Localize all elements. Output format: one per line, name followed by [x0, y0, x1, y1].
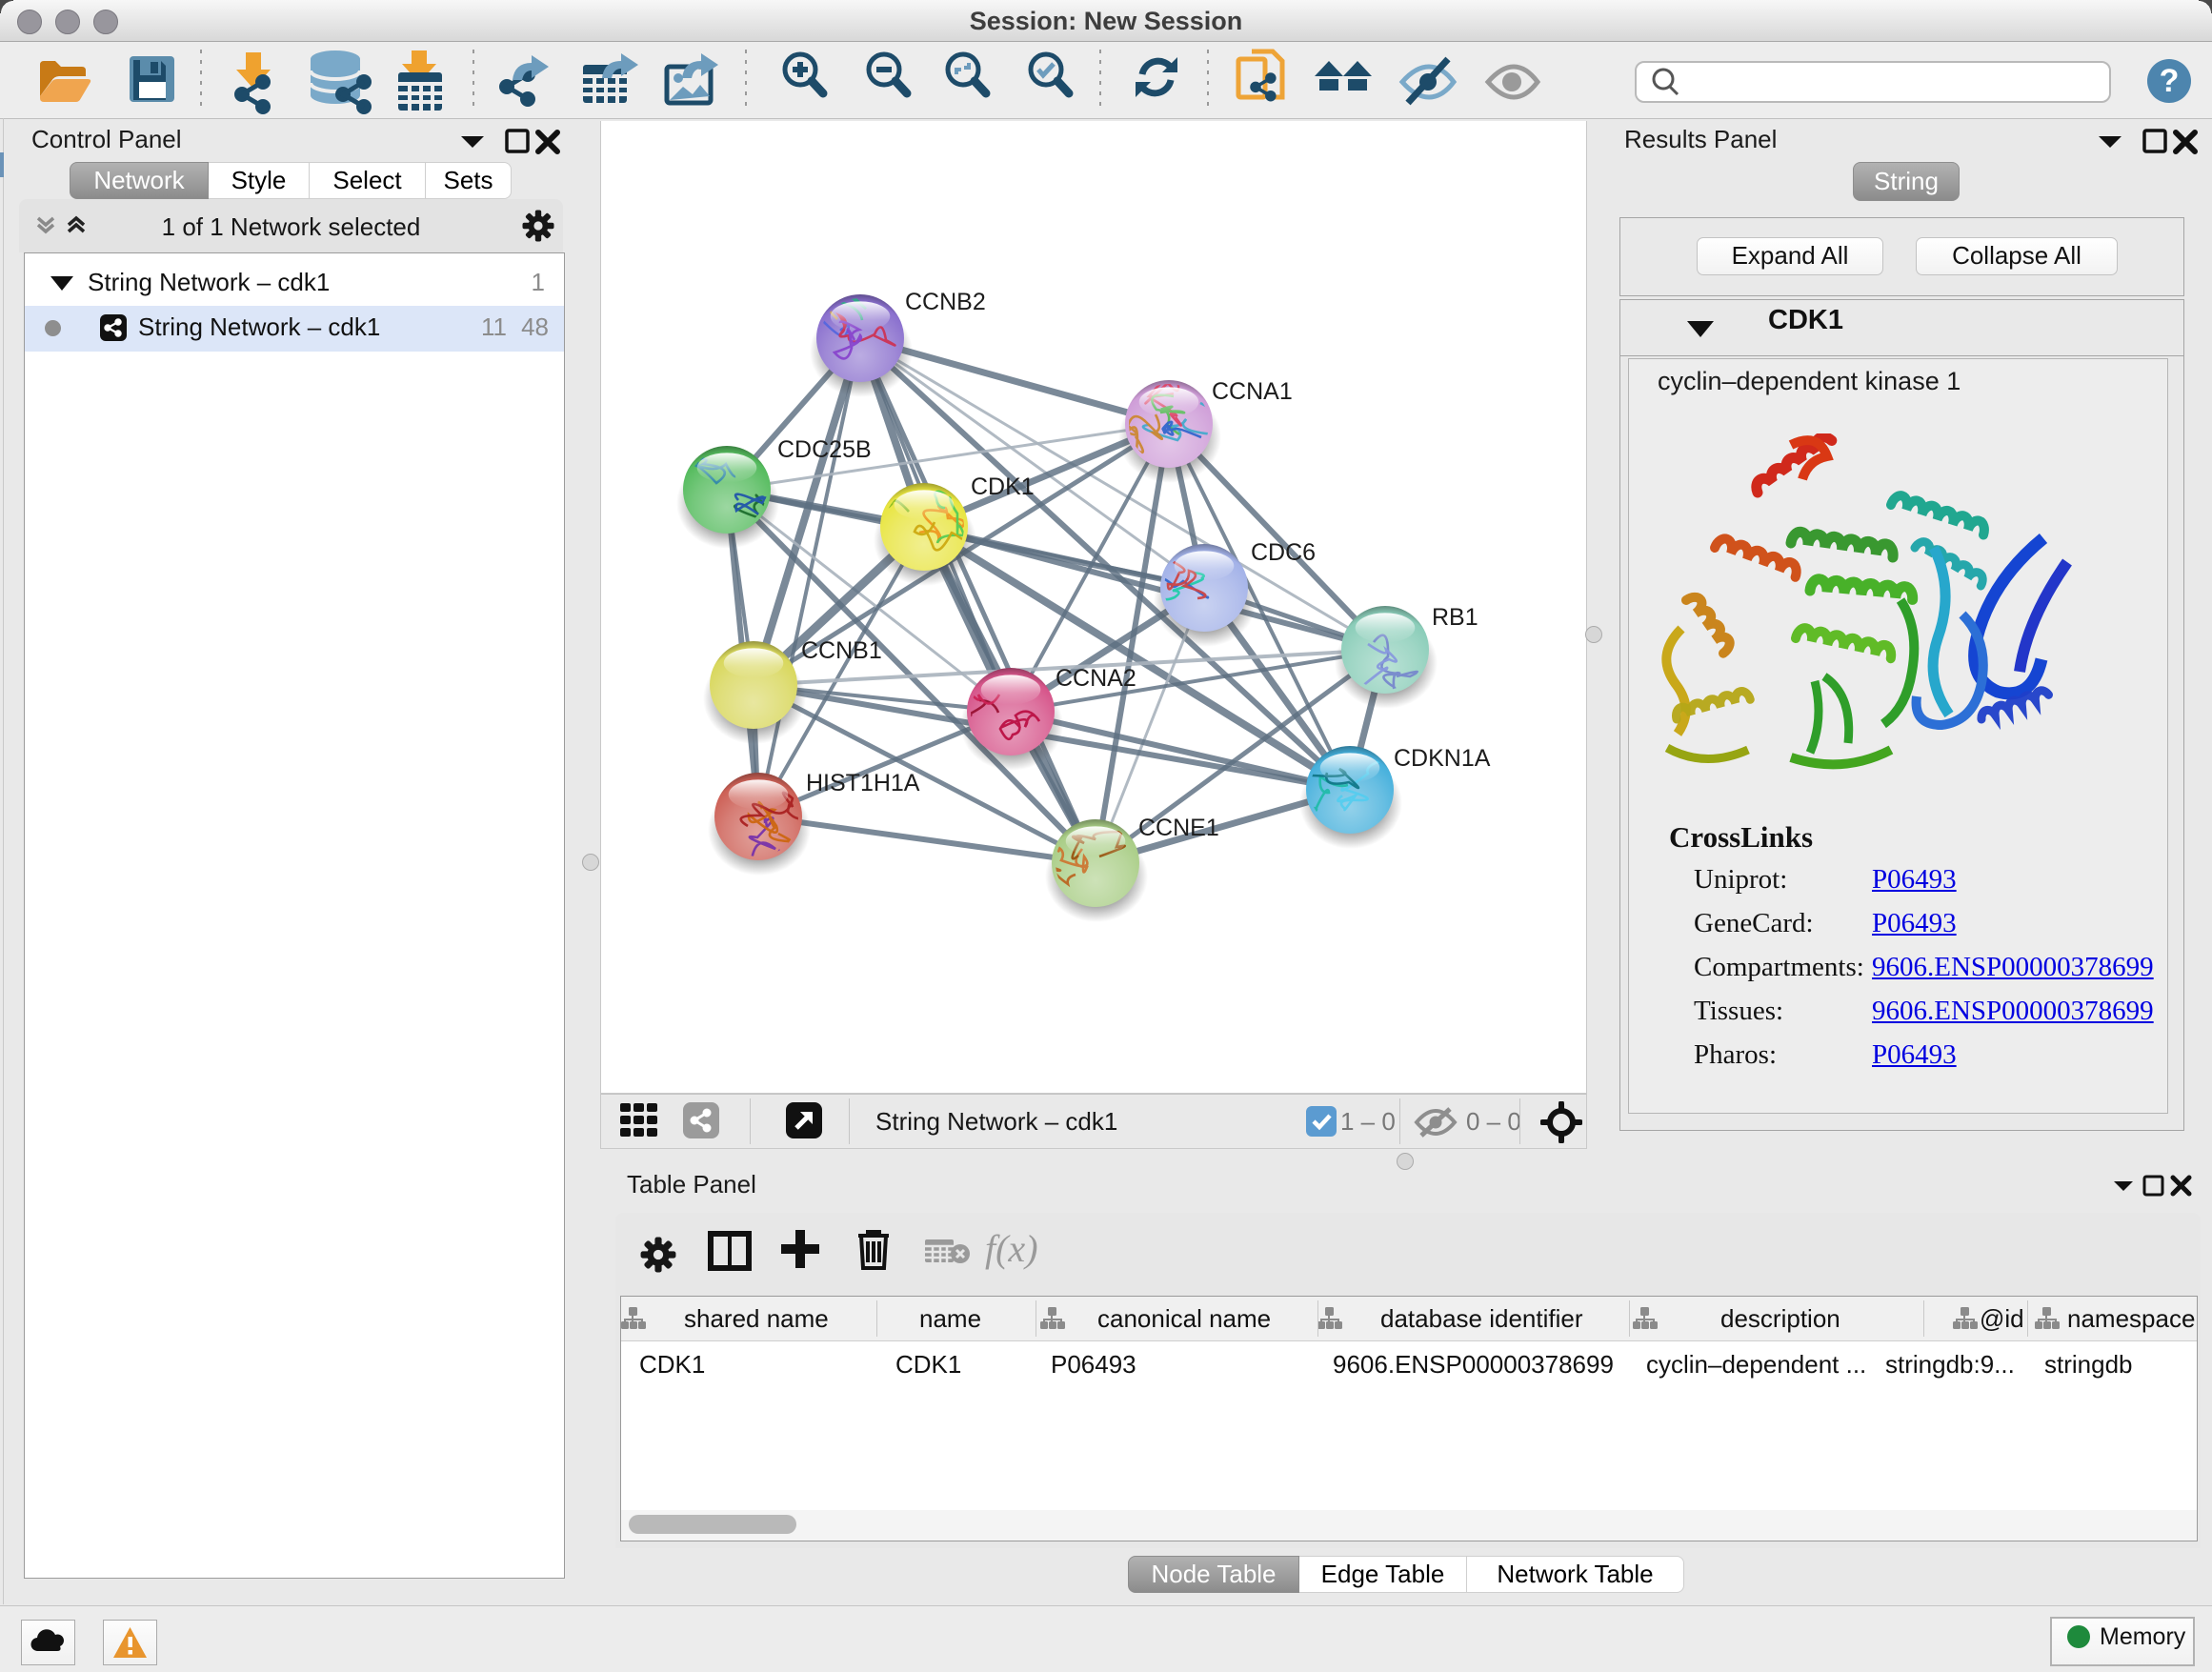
- svg-text:CDC6: CDC6: [1251, 539, 1316, 566]
- svg-text:CCNE1: CCNE1: [1138, 815, 1219, 841]
- svg-text:CCNA2: CCNA2: [1056, 665, 1136, 692]
- svg-text:CCNB2: CCNB2: [905, 289, 986, 315]
- svg-text:RB1: RB1: [1432, 604, 1478, 631]
- svg-text:CDKN1A: CDKN1A: [1394, 745, 1491, 772]
- svg-text:CDC25B: CDC25B: [777, 436, 872, 463]
- svg-text:CDK1: CDK1: [971, 473, 1035, 500]
- svg-text:CCNB1: CCNB1: [801, 637, 882, 664]
- svg-text:CCNA1: CCNA1: [1212, 378, 1293, 405]
- svg-text:HIST1H1A: HIST1H1A: [806, 770, 920, 796]
